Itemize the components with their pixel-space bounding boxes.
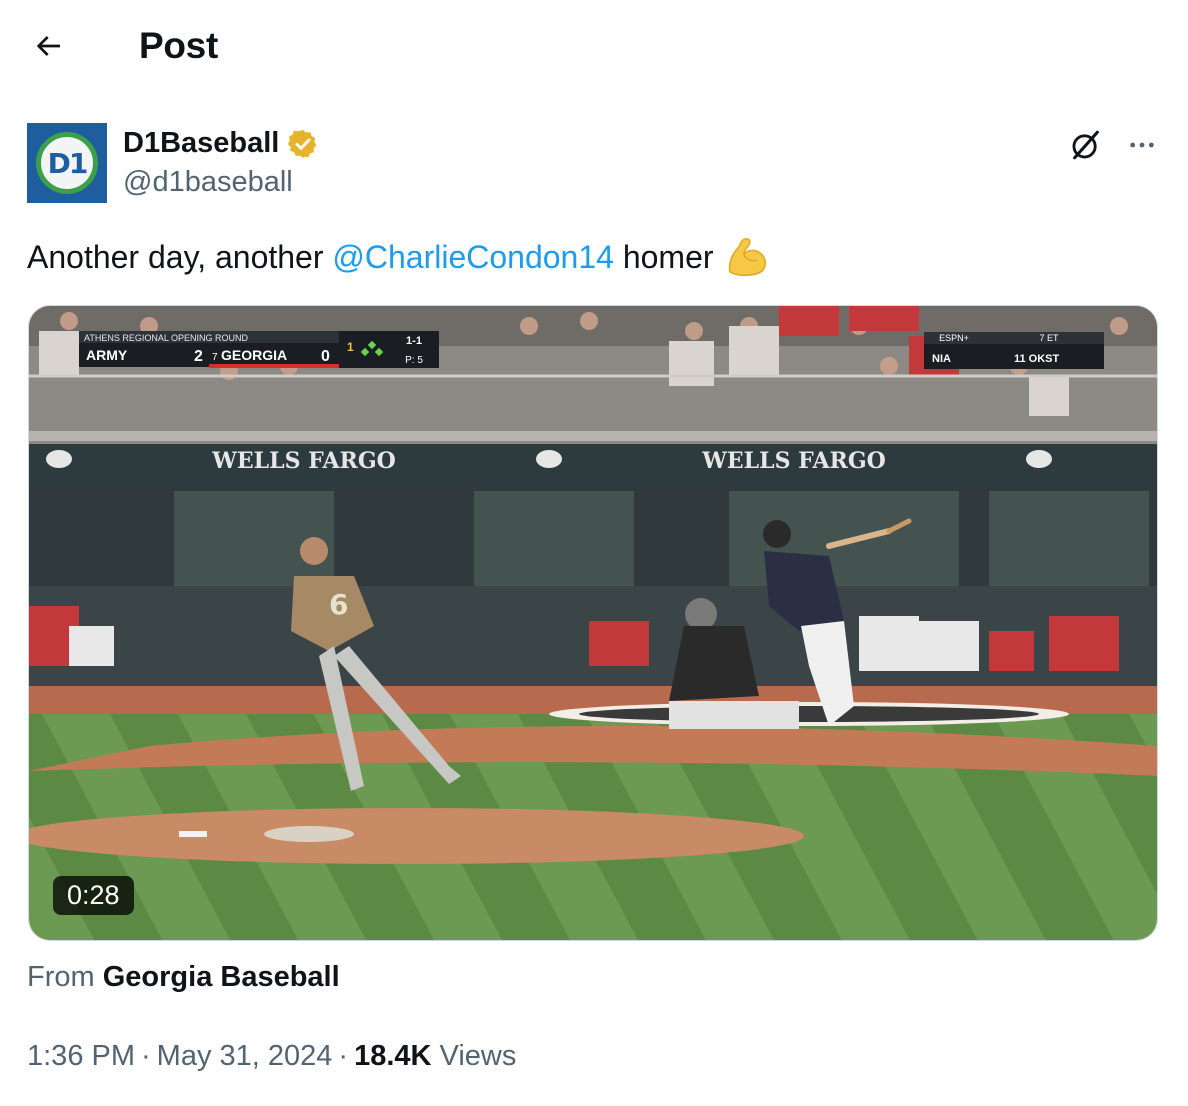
wall-sponsor-left: WELLS FARGO <box>211 448 396 474</box>
scorebug-home-seed: 7 <box>212 352 218 363</box>
views-count: 18.4K <box>354 1040 432 1072</box>
from-label: From <box>27 961 95 993</box>
views-label: Views <box>439 1040 517 1072</box>
tweet-text: Another day, another @CharlieCondon14 ho… <box>27 236 770 278</box>
avatar[interactable]: D1 <box>27 123 107 203</box>
verified-badge-icon <box>288 129 317 158</box>
grok-button[interactable] <box>1066 125 1106 165</box>
scorebug-inning: 1 <box>347 340 354 354</box>
post-metadata: 1:36 PM · May 31, 2024 · 18.4K Views <box>27 1040 517 1072</box>
scorebug-away-team: ARMY <box>86 347 128 363</box>
scorebug-count: 1-1 <box>406 335 422 347</box>
video-frame: WELLS FARGO WELLS FARGO 6 ATHENS REGIONA… <box>29 306 1157 940</box>
author-display-name[interactable]: D1Baseball <box>123 127 279 160</box>
scorebug-pitches: P: 5 <box>405 355 423 366</box>
scorebug-away-score: 2 <box>194 348 203 365</box>
author-handle[interactable]: @d1baseball <box>123 166 293 199</box>
avatar-logo-text: D1 <box>47 146 89 180</box>
author-display-name-row[interactable]: D1Baseball <box>123 127 319 160</box>
other-game-time: 7 ET <box>1039 333 1059 343</box>
wall-sponsor-right: WELLS FARGO <box>701 448 886 474</box>
svg-text:6: 6 <box>329 588 348 621</box>
top-bar: Post <box>0 0 1188 96</box>
tweet-text-before: Another day, another <box>27 239 333 275</box>
scorebug: ATHENS REGIONAL OPENING ROUND ARMY 2 7 G… <box>79 331 439 368</box>
tweet-text-after: homer <box>613 239 714 275</box>
source-link[interactable]: Georgia Baseball <box>103 961 340 993</box>
grok-icon <box>1072 130 1099 160</box>
mention-link[interactable]: @CharlieCondon14 <box>332 237 614 277</box>
arrow-left-icon <box>36 36 60 56</box>
post-time[interactable]: 1:36 PM <box>27 1040 135 1072</box>
other-game-bug: ESPN+ 7 ET NIA 11 OKST <box>924 332 1104 369</box>
other-game-team-a: NIA <box>932 353 951 365</box>
more-horizontal-icon <box>1130 142 1154 148</box>
video-duration-badge: 0:28 <box>53 876 134 915</box>
more-options-button[interactable] <box>1120 125 1164 165</box>
page-title: Post <box>139 25 218 66</box>
other-game-team-b: 11 OKST <box>1014 353 1060 365</box>
flexed-biceps-icon <box>724 236 770 278</box>
source-attribution: From Georgia Baseball <box>27 961 340 994</box>
post-date[interactable]: May 31, 2024 <box>157 1040 333 1072</box>
other-game-network: ESPN+ <box>939 333 969 343</box>
back-button[interactable] <box>26 24 70 68</box>
scorebug-home-score: 0 <box>321 348 330 365</box>
scorebug-header: ATHENS REGIONAL OPENING ROUND <box>84 333 249 343</box>
scorebug-home-team: GEORGIA <box>221 347 287 363</box>
video-player[interactable]: WELLS FARGO WELLS FARGO 6 ATHENS REGIONA… <box>28 305 1158 941</box>
